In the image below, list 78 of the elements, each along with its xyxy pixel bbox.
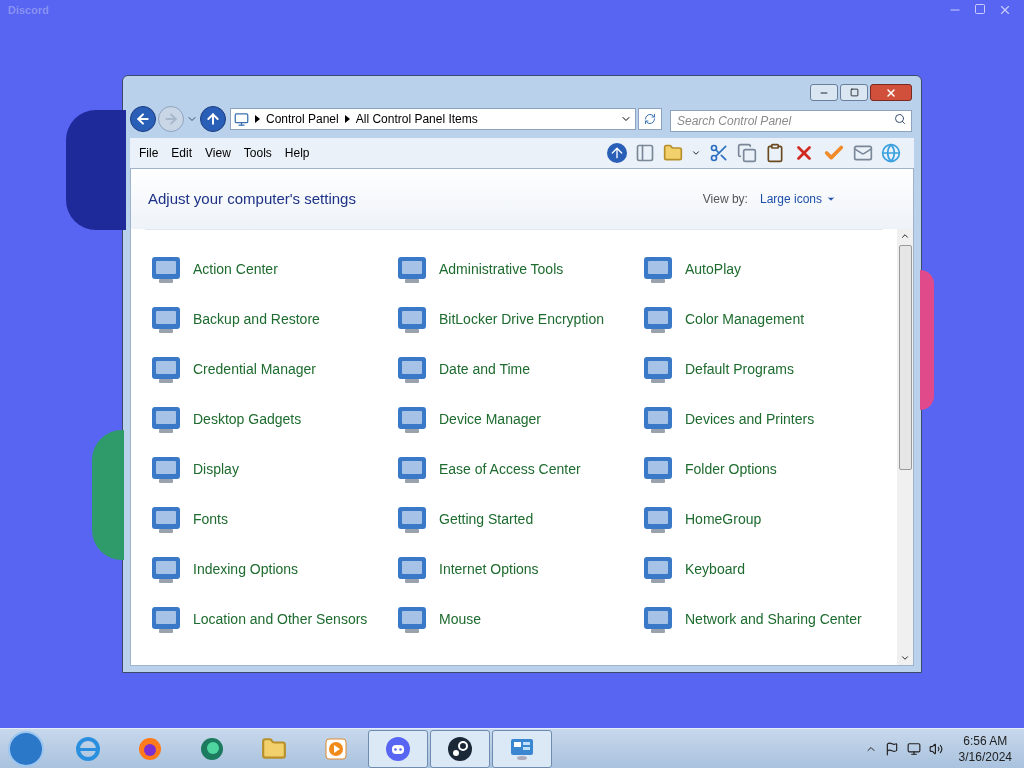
refresh-icon <box>644 113 656 125</box>
breadcrumb-arrow-icon <box>255 115 260 123</box>
control-panel-icon <box>234 111 249 127</box>
address-bar[interactable]: Control Panel All Control Panel Items <box>230 108 636 130</box>
applet-link[interactable]: Getting Started <box>439 509 534 529</box>
maximize-button[interactable] <box>840 84 868 101</box>
applet-link[interactable]: Network and Sharing Center <box>685 609 862 629</box>
scroll-up-icon[interactable] <box>900 231 910 241</box>
applet-link[interactable]: Color Management <box>685 309 805 329</box>
applet-link[interactable]: Date and Time <box>439 359 531 379</box>
caret-icon <box>826 194 836 204</box>
discord-logo-icon[interactable] <box>385 735 411 762</box>
close-button[interactable] <box>870 84 912 101</box>
maximize-icon[interactable] <box>974 3 986 15</box>
scroll-down-icon[interactable] <box>900 653 910 663</box>
folder-icon[interactable] <box>663 143 683 163</box>
applet-link[interactable]: Fonts <box>193 509 228 529</box>
refresh-button[interactable] <box>638 108 662 130</box>
copy-icon[interactable] <box>737 143 757 163</box>
menu-item[interactable]: Edit <box>171 144 193 162</box>
breadcrumb-item[interactable]: Control Panel <box>266 110 339 128</box>
applet-link[interactable]: Credential Manager <box>193 359 316 379</box>
envelope-icon[interactable] <box>853 143 873 163</box>
up-arrow-icon <box>205 111 221 127</box>
media-player-icon[interactable] <box>323 735 349 762</box>
applet-link[interactable]: Mouse <box>439 609 482 629</box>
applet-link[interactable]: Desktop Gadgets <box>193 409 302 429</box>
applet-link[interactable]: BitLocker Drive Encryption <box>439 309 604 329</box>
search-field[interactable]: Search Control Panel <box>670 110 912 132</box>
applet-link[interactable]: Display <box>193 459 239 479</box>
clipboard-icon[interactable] <box>765 143 785 163</box>
applet-link[interactable]: Internet Options <box>439 559 539 579</box>
menu-item[interactable]: File <box>139 144 159 162</box>
breadcrumb-arrow-icon <box>344 115 350 123</box>
scrollbar[interactable] <box>897 229 913 665</box>
applet-link[interactable]: AutoPlay <box>685 259 742 279</box>
menu-item[interactable]: Tools <box>243 144 272 162</box>
steam-logo-icon[interactable] <box>447 735 473 762</box>
applet-link[interactable]: Keyboard <box>685 559 745 579</box>
fox-browser-icon[interactable] <box>137 735 163 762</box>
flag-icon[interactable] <box>884 741 899 756</box>
close-icon[interactable] <box>998 3 1012 17</box>
page-heading: Adjust your computer's settings <box>148 188 356 209</box>
applet-link[interactable]: Indexing Options <box>193 559 299 579</box>
search-icon[interactable] <box>894 113 906 125</box>
applet-link[interactable]: Location and Other Sensors <box>193 609 368 629</box>
scissors-icon[interactable] <box>709 143 729 163</box>
applet-link[interactable]: Action Center <box>193 259 278 279</box>
menu-item[interactable]: View <box>205 144 231 162</box>
applet-link[interactable]: Device Manager <box>439 409 541 429</box>
start-button[interactable] <box>8 730 44 767</box>
applet-link[interactable]: Folder Options <box>685 459 777 479</box>
applet-link[interactable]: Default Programs <box>685 359 794 379</box>
up-button[interactable] <box>200 106 226 132</box>
view-by-dropdown[interactable]: Large icons <box>759 190 836 208</box>
applet-link[interactable]: Backup and Restore <box>193 309 320 329</box>
back-button[interactable] <box>130 106 156 132</box>
breadcrumb-item[interactable]: All Control Panel Items <box>355 110 478 128</box>
folder-icon[interactable] <box>261 735 287 762</box>
chat-bubble-icon[interactable] <box>199 735 225 762</box>
clock-time[interactable]: 6:56 AM <box>963 732 1008 749</box>
minimize-button[interactable] <box>810 84 838 101</box>
view-by-label: View by: <box>702 191 748 208</box>
network-icon[interactable] <box>906 741 921 756</box>
menu-item[interactable]: Help <box>284 144 310 162</box>
dropdown-icon[interactable] <box>691 148 701 158</box>
browser-e-icon[interactable] <box>75 735 101 762</box>
applet-link[interactable]: Administrative Tools <box>439 259 564 279</box>
applet-link[interactable]: Devices and Printers <box>685 409 815 429</box>
clock-date[interactable]: 3/16/2024 <box>958 748 1012 765</box>
scroll-thumb[interactable] <box>898 245 912 470</box>
close-icon <box>885 86 897 99</box>
globe-icon[interactable] <box>881 143 901 163</box>
maximize-icon <box>849 88 859 97</box>
pane-icon[interactable] <box>635 143 655 163</box>
applet-link[interactable]: HomeGroup <box>685 509 762 529</box>
applet-link[interactable]: Ease of Access Center <box>439 459 581 479</box>
speaker-icon[interactable] <box>928 741 943 756</box>
